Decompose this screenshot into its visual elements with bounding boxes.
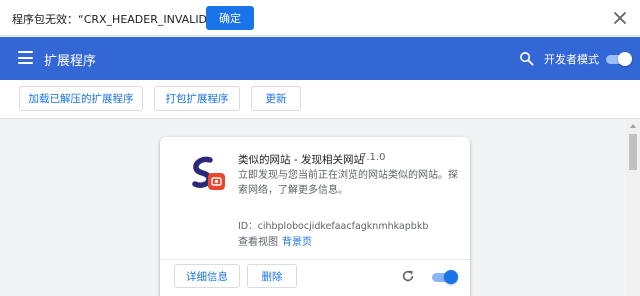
extension-id: ID：cihbplobocjidkefaacfagknmhkapbkb [238, 221, 429, 232]
ok-button[interactable]: 确定 [206, 6, 254, 30]
scroll-up-arrow-icon[interactable] [630, 124, 636, 128]
scrollbar[interactable] [626, 120, 640, 296]
page-title: 扩展程序 [44, 54, 97, 69]
pack-extension-button[interactable]: 打包扩展程序 [154, 86, 240, 111]
extension-description: 立即发现与您当前正在浏览的网站类似的网站。探索网络，了解更多信息。 [238, 170, 458, 196]
inspect-views: 查看视图 背景页 [238, 233, 312, 248]
dev-mode-toggle-knob [618, 52, 632, 66]
extension-logo-icon [192, 156, 225, 190]
details-button[interactable]: 详细信息 [174, 264, 240, 288]
background-page-link[interactable]: 背景页 [282, 237, 312, 248]
dev-mode-label: 开发者模式 [544, 53, 599, 66]
load-unpacked-button[interactable]: 加载已解压的扩展程序 [19, 86, 143, 111]
update-button[interactable]: 更新 [251, 86, 301, 111]
extension-version: 7.1.0 [360, 152, 386, 163]
extension-name: 类似的网站 - 发现相关网站 [238, 154, 364, 166]
card-divider [160, 259, 470, 260]
inspect-views-label: 查看视图 [238, 237, 278, 248]
extensions-header: 扩展程序 开发者模式 [0, 37, 640, 80]
search-icon[interactable] [519, 51, 534, 66]
reload-icon[interactable] [401, 269, 415, 283]
scrollbar-thumb[interactable] [629, 134, 637, 170]
error-bar: 程序包无效：“CRX_HEADER_INVALID”。 确定 [0, 0, 640, 36]
extension-toggle-knob [444, 270, 458, 284]
extension-card: 类似的网站 - 发现相关网站 7.1.0 立即发现与您当前正在浏览的网站类似的网… [160, 137, 470, 296]
close-icon[interactable] [612, 10, 628, 26]
dev-mode-toggle[interactable] [606, 52, 632, 66]
extension-enable-toggle[interactable] [432, 270, 458, 284]
dev-toolbar: 加载已解压的扩展程序 打包扩展程序 更新 [0, 80, 640, 119]
error-message: 程序包无效：“CRX_HEADER_INVALID”。 [12, 13, 224, 26]
menu-icon[interactable] [18, 51, 33, 64]
remove-button[interactable]: 删除 [247, 264, 297, 288]
